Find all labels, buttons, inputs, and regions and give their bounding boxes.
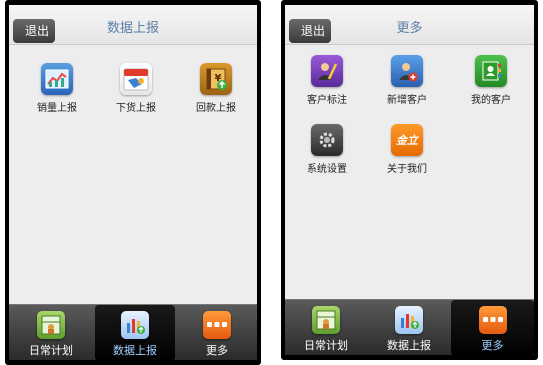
tab-label: 数据上报 bbox=[387, 339, 431, 352]
exit-button-label: 退出 bbox=[24, 24, 49, 38]
grid-item-payment-report[interactable]: ¥ 回款上报 bbox=[186, 63, 246, 114]
bottom-tab-bar: 日常计划 数据上报 更多 bbox=[285, 299, 534, 355]
my-customers-icon bbox=[475, 55, 507, 87]
left-phone-screen: 退出 数据上报 销量上报 下货上报 ¥ 回款上报 日常计划 数据上报 更多 bbox=[5, 0, 261, 365]
grid-item-label: 关于我们 bbox=[387, 164, 427, 175]
grid-item-shipment-report[interactable]: 下货上报 bbox=[106, 63, 166, 114]
tab-label: 日常计划 bbox=[304, 339, 348, 352]
tab-more[interactable]: 更多 bbox=[451, 300, 534, 355]
more-icon bbox=[478, 306, 507, 334]
tab-daily-plan[interactable]: 日常计划 bbox=[9, 305, 93, 360]
about-us-icon: 金立 bbox=[391, 124, 423, 156]
right-phone-screen: 退出 更多 客户标注 新增客户 我的客户 系统设置 金立 关于我们 日常计划 数… bbox=[281, 0, 538, 360]
tab-data-report[interactable]: 数据上报 bbox=[369, 300, 449, 355]
tab-label: 数据上报 bbox=[113, 344, 157, 357]
grid-item-about-us[interactable]: 金立 关于我们 bbox=[377, 124, 437, 175]
page-title: 更多 bbox=[396, 21, 423, 36]
exit-button[interactable]: 退出 bbox=[13, 19, 55, 43]
add-customer-icon bbox=[391, 55, 423, 87]
daily-plan-icon bbox=[37, 311, 65, 339]
tab-daily-plan[interactable]: 日常计划 bbox=[285, 300, 367, 355]
header-bar: 退出 数据上报 bbox=[9, 5, 257, 45]
data-report-icon bbox=[395, 306, 423, 334]
settings-gear-icon bbox=[311, 124, 343, 156]
page-title: 数据上报 bbox=[106, 21, 159, 36]
grid-item-my-customers[interactable]: 我的客户 bbox=[461, 55, 521, 106]
daily-plan-icon bbox=[312, 306, 340, 334]
exit-button-label: 退出 bbox=[300, 24, 325, 38]
tab-label: 更多 bbox=[206, 344, 228, 357]
grid-item-label: 系统设置 bbox=[307, 164, 347, 175]
grid-item-label: 我的客户 bbox=[471, 95, 511, 106]
grid-item-system-settings[interactable]: 系统设置 bbox=[297, 124, 357, 175]
exit-button[interactable]: 退出 bbox=[289, 19, 331, 43]
grid-item-sales-report[interactable]: 销量上报 bbox=[27, 63, 87, 114]
grid-item-label: 销量上报 bbox=[37, 103, 77, 114]
tab-label: 更多 bbox=[481, 339, 504, 352]
customer-mark-icon bbox=[311, 55, 343, 87]
grid-item-customer-mark[interactable]: 客户标注 bbox=[297, 55, 357, 106]
grid-item-label: 下货上报 bbox=[116, 103, 156, 114]
grid-item-label: 回款上报 bbox=[196, 103, 236, 114]
bottom-tab-bar: 日常计划 数据上报 更多 bbox=[9, 304, 257, 360]
header-bar: 退出 更多 bbox=[285, 5, 534, 45]
screen-more: 退出 更多 客户标注 新增客户 我的客户 系统设置 金立 关于我们 日常计划 数… bbox=[285, 5, 534, 355]
more-icon bbox=[203, 311, 231, 339]
tab-more[interactable]: 更多 bbox=[177, 305, 257, 360]
calendar-icon bbox=[120, 63, 152, 95]
payment-book-icon: ¥ bbox=[200, 63, 232, 95]
tab-label: 日常计划 bbox=[29, 344, 73, 357]
grid-item-add-customer[interactable]: 新增客户 bbox=[377, 55, 437, 106]
tab-data-report[interactable]: 数据上报 bbox=[95, 305, 175, 360]
grid-item-label: 新增客户 bbox=[387, 95, 427, 106]
screen-data-report: 退出 数据上报 销量上报 下货上报 ¥ 回款上报 日常计划 数据上报 更多 bbox=[9, 5, 257, 360]
sales-chart-icon bbox=[41, 63, 73, 95]
data-report-icon bbox=[121, 311, 149, 339]
about-us-logo-text: 金立 bbox=[396, 134, 418, 147]
grid-item-label: 客户标注 bbox=[307, 95, 347, 106]
